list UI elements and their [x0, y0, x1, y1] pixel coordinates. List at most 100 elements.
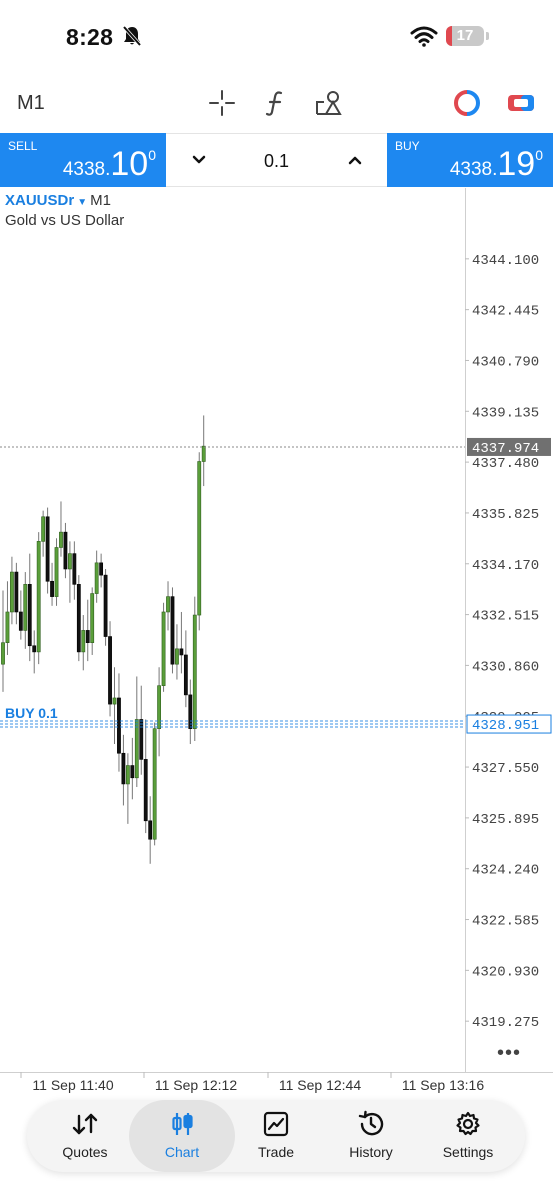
volume-control: 0.1	[166, 133, 387, 187]
buy-price-point: 0	[535, 147, 543, 163]
candle-bull	[152, 728, 157, 840]
battery-percent: 17	[456, 27, 474, 44]
y-tick-label: 4342.445	[472, 304, 539, 320]
candle-bear	[130, 765, 135, 779]
candle-bull	[68, 553, 72, 570]
y-tick-label: 4327.550	[472, 761, 539, 777]
nav-chart-label: Chart	[164, 1144, 200, 1160]
candle-bull	[90, 593, 95, 643]
nav-settings[interactable]: Settings	[420, 1100, 516, 1172]
candle-bear	[99, 562, 104, 576]
buy-price: 4338.190	[450, 145, 543, 184]
candle-bull	[10, 571, 14, 613]
settings-icon	[456, 1111, 480, 1136]
x-tick-label: 11 Sep 12:12	[155, 1077, 237, 1093]
symbol-dropdown-icon[interactable]: ▼	[77, 197, 87, 208]
candle-bull	[23, 584, 28, 631]
price-chart[interactable]: 4344.100 4342.445 4340.790 4339.135 4337.480…	[0, 188, 553, 1098]
candle-bear	[148, 820, 153, 840]
candle-bear	[179, 648, 184, 656]
y-tick-label: 4335.825	[472, 507, 539, 523]
nav-quotes[interactable]: Quotes	[37, 1100, 133, 1172]
symbol-description: Gold vs US Dollar	[5, 212, 125, 229]
candle-bear	[117, 697, 121, 754]
objects-icon[interactable]	[314, 88, 344, 118]
y-tick-label: 4344.100	[472, 253, 539, 269]
trade-icon	[263, 1111, 289, 1137]
y-tick-label: 4319.275	[472, 1015, 539, 1031]
function-icon[interactable]	[261, 88, 291, 118]
nav-history-label: History	[349, 1144, 393, 1160]
trade-panel-icon[interactable]	[506, 88, 536, 118]
order-price-label: 4328.951	[472, 718, 539, 734]
volume-increase-chevron-up-icon[interactable]	[344, 149, 366, 171]
y-tick-label: 4340.790	[472, 354, 539, 370]
candlestick-chart[interactable]: 4344.100 4342.445 4340.790 4339.135 4337.480…	[0, 188, 553, 1098]
candle-bear	[63, 531, 68, 570]
candle-bull	[81, 630, 86, 653]
x-tick-label: 11 Sep 13:16	[402, 1077, 484, 1093]
candle-bear	[18, 611, 23, 631]
candle-bull	[201, 445, 206, 462]
wifi-icon	[410, 26, 438, 47]
candle-bull	[5, 611, 10, 643]
candle-bull	[112, 697, 117, 705]
status-time: 8:28	[66, 24, 114, 50]
buy-button[interactable]: BUY 4338.190	[387, 133, 553, 187]
sell-price-major: 4338.	[62, 159, 111, 180]
candle-bear	[139, 719, 144, 760]
candle-bear	[108, 636, 112, 705]
y-tick-label: 4320.930	[472, 964, 539, 980]
candle-bear	[121, 752, 126, 785]
x-tick-label: 11 Sep 11:40	[32, 1077, 113, 1093]
candle-bull	[197, 461, 202, 616]
x-tick-label: 11 Sep 12:44	[279, 1077, 361, 1093]
candle-bear	[85, 630, 90, 643]
y-tick-label: 4324.240	[472, 863, 539, 879]
candle-bull	[161, 611, 166, 686]
candle-bull	[125, 765, 130, 785]
candle-bear	[32, 645, 37, 653]
candle-bull	[59, 531, 63, 548]
candle-bull	[54, 547, 59, 597]
crosshair-icon[interactable]	[207, 88, 237, 118]
one-click-trade-panel: SELL 4338.100 0.1 BUY 4338.190	[0, 133, 553, 187]
nav-trade[interactable]: Trade	[228, 1100, 324, 1172]
one-click-trading-icon[interactable]	[452, 88, 482, 118]
nav-trade-label: Trade	[257, 1144, 295, 1160]
candle-bull	[175, 648, 179, 665]
candle-bull	[192, 614, 197, 729]
symbol-header: XAUUSDr ▼ M1	[5, 192, 111, 209]
y-tick-label: 4337.480	[472, 456, 539, 472]
nav-chart[interactable]: Chart	[129, 1100, 235, 1172]
chart-icon	[172, 1113, 193, 1135]
battery-nub	[486, 32, 489, 40]
candle-bull	[134, 719, 139, 779]
sell-price-pips: 10	[110, 145, 149, 183]
status-bar: 8:28 17	[0, 0, 553, 70]
y-tick-label: 4322.585	[472, 914, 539, 930]
candle-bear	[45, 516, 50, 582]
buy-price-major: 4338.	[449, 159, 498, 180]
sell-button[interactable]: SELL 4338.100	[0, 133, 166, 187]
buy-label: BUY	[395, 139, 420, 153]
order-label[interactable]: BUY 0.1	[5, 705, 58, 721]
y-tick-label: 4339.135	[472, 405, 539, 421]
y-tick-label: 4330.860	[472, 659, 539, 675]
chart-toolbar: M1	[0, 80, 553, 128]
bell-muted-icon	[122, 25, 142, 47]
symbol-name[interactable]: XAUUSDr	[5, 192, 74, 209]
more-options-icon[interactable]: •••	[497, 1042, 521, 1065]
nav-quotes-label: Quotes	[62, 1144, 108, 1160]
current-price-label: 4337.974	[472, 441, 539, 457]
candle-bull	[41, 516, 46, 542]
candle-bull	[94, 562, 99, 594]
timeframe-selector[interactable]: M1	[17, 92, 45, 115]
y-tick-label: 4325.895	[472, 812, 539, 828]
y-tick-label: 4334.170	[472, 558, 539, 574]
candle-bear	[14, 571, 19, 613]
nav-settings-label: Settings	[442, 1144, 494, 1160]
sell-price: 4338.100	[63, 145, 156, 184]
nav-history[interactable]: History	[323, 1100, 419, 1172]
candle-bear	[76, 584, 81, 653]
